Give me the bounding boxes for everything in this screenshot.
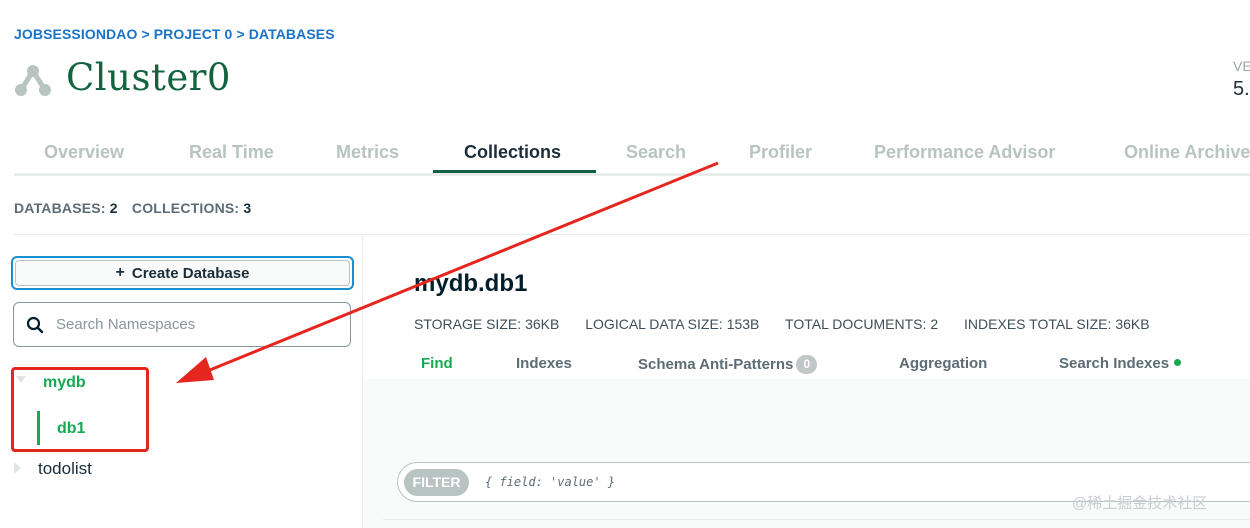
subtab-search-indexes[interactable]: Search Indexes bbox=[1059, 355, 1182, 372]
tree-database-todolist[interactable]: todolist bbox=[38, 459, 92, 479]
search-namespaces-input[interactable] bbox=[56, 316, 316, 333]
subtab-label: Schema Anti-Patterns bbox=[638, 356, 794, 373]
plus-icon: + bbox=[115, 264, 125, 281]
databases-count-label: DATABASES: bbox=[14, 200, 106, 216]
tab-profiler[interactable]: Profiler bbox=[749, 142, 812, 163]
version-value: 5. bbox=[1233, 78, 1250, 100]
stat-value: 36KB bbox=[1115, 316, 1150, 332]
sidebar-divider bbox=[362, 234, 363, 528]
tab-real-time[interactable]: Real Time bbox=[189, 142, 274, 163]
stat-value: 2 bbox=[930, 316, 939, 332]
stat-value: 36KB bbox=[525, 316, 560, 332]
tab-collections[interactable]: Collections bbox=[464, 142, 561, 163]
namespace-search bbox=[13, 302, 351, 347]
cluster-title: Cluster0 bbox=[66, 56, 231, 99]
subtab-aggregation[interactable]: Aggregation bbox=[899, 355, 987, 372]
breadcrumb-project-link[interactable]: PROJECT 0 bbox=[154, 26, 233, 42]
anti-patterns-count-badge: 0 bbox=[796, 355, 818, 374]
stat-indexes-total-size: INDEXES TOTAL SIZE: 36KB bbox=[964, 316, 1150, 332]
annotation-highlight-box bbox=[11, 367, 149, 452]
breadcrumb-section-link[interactable]: DATABASES bbox=[249, 26, 335, 42]
stat-label: LOGICAL DATA SIZE: bbox=[585, 316, 723, 332]
tab-metrics[interactable]: Metrics bbox=[336, 142, 399, 163]
cluster-tabs: Overview Real Time Metrics Collections S… bbox=[14, 132, 1250, 176]
active-tab-indicator bbox=[433, 170, 596, 173]
subtab-label: Search Indexes bbox=[1059, 355, 1170, 372]
stat-storage-size: STORAGE SIZE: 36KB bbox=[414, 316, 559, 332]
stat-label: STORAGE SIZE: bbox=[414, 316, 522, 332]
subtab-indexes[interactable]: Indexes bbox=[516, 355, 572, 372]
subtab-find[interactable]: Find bbox=[421, 355, 453, 372]
stat-label: INDEXES TOTAL SIZE: bbox=[964, 316, 1112, 332]
search-icon bbox=[26, 316, 44, 333]
breadcrumb-separator: > bbox=[141, 26, 150, 42]
create-database-button[interactable]: + Create Database bbox=[11, 256, 354, 290]
namespace-counts: DATABASES: 2 COLLECTIONS: 3 bbox=[14, 200, 261, 216]
collapse-caret-icon[interactable] bbox=[14, 462, 21, 474]
status-dot-icon bbox=[1174, 359, 1182, 366]
stat-total-documents: TOTAL DOCUMENTS: 2 bbox=[785, 316, 938, 332]
watermark: @稀土掘金技术社区 bbox=[1072, 495, 1208, 512]
stat-label: TOTAL DOCUMENTS: bbox=[785, 316, 927, 332]
databases-count-value: 2 bbox=[109, 200, 118, 216]
namespace-stats: STORAGE SIZE: 36KB LOGICAL DATA SIZE: 153B… bbox=[414, 316, 1172, 332]
divider bbox=[14, 234, 1250, 235]
create-database-label: Create Database bbox=[131, 264, 250, 282]
tab-performance-advisor[interactable]: Performance Advisor bbox=[874, 142, 1055, 163]
subtab-schema-anti-patterns[interactable]: Schema Anti-Patterns 0 bbox=[638, 355, 818, 374]
stat-value: 153B bbox=[726, 316, 760, 332]
tab-overview[interactable]: Overview bbox=[44, 142, 124, 163]
filter-input[interactable]: { field: 'value' } bbox=[485, 475, 615, 489]
collections-count-label: COLLECTIONS: bbox=[131, 200, 240, 216]
cluster-icon bbox=[15, 65, 51, 96]
divider bbox=[383, 519, 1250, 520]
breadcrumb: JOBSESSIONDAO > PROJECT 0 > DATABASES bbox=[14, 26, 335, 42]
create-database-button-inner: + Create Database bbox=[15, 260, 350, 286]
breadcrumb-separator: > bbox=[236, 26, 245, 42]
stat-logical-data-size: LOGICAL DATA SIZE: 153B bbox=[585, 316, 759, 332]
version-label: VE bbox=[1233, 58, 1250, 74]
tab-search[interactable]: Search bbox=[626, 142, 686, 163]
filter-label: FILTER bbox=[404, 469, 469, 496]
collections-count-value: 3 bbox=[243, 200, 252, 216]
tab-online-archive[interactable]: Online Archive bbox=[1124, 142, 1250, 163]
breadcrumb-org-link[interactable]: JOBSESSIONDAO bbox=[14, 26, 137, 42]
collection-subtabs: Find Indexes Schema Anti-Patterns 0 Aggre… bbox=[414, 355, 1250, 379]
namespace-title: mydb.db1 bbox=[414, 270, 528, 297]
